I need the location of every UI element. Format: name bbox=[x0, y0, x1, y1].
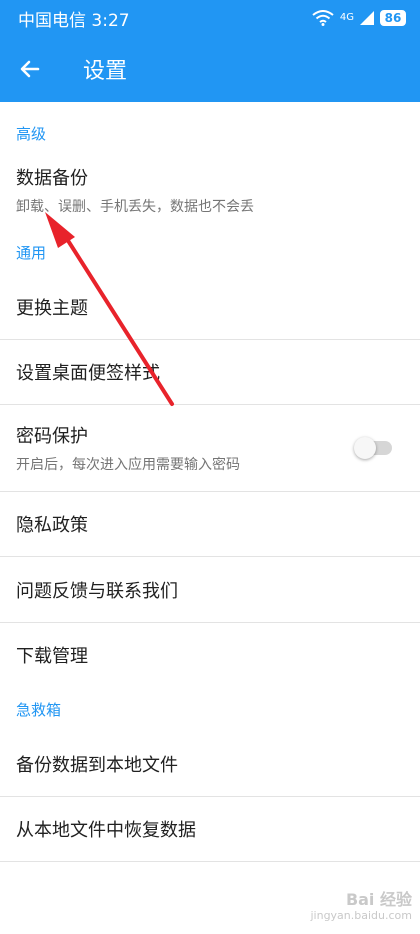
setting-title: 隐私政策 bbox=[16, 515, 88, 536]
carrier-time: 中国电信 3:27 bbox=[18, 10, 130, 31]
password-toggle-switch[interactable] bbox=[354, 437, 392, 459]
battery-icon: 86 bbox=[380, 10, 406, 26]
setting-item-download-manager[interactable]: 下载管理 bbox=[0, 623, 420, 687]
setting-title: 备份数据到本地文件 bbox=[16, 754, 178, 776]
setting-item-backup-to-local-file[interactable]: 备份数据到本地文件 bbox=[0, 731, 420, 797]
section-header-emergency: 急救箱 bbox=[16, 700, 62, 719]
wifi-icon bbox=[312, 10, 334, 26]
setting-item-password-protection[interactable]: 密码保护 开启后，每次进入应用需要输入密码 bbox=[0, 405, 420, 492]
setting-item-feedback-contact[interactable]: 问题反馈与联系我们 bbox=[0, 557, 420, 623]
toggle-knob bbox=[354, 437, 376, 459]
setting-title: 数据备份 bbox=[16, 168, 88, 189]
arrow-left-icon bbox=[20, 60, 40, 78]
setting-title: 下载管理 bbox=[16, 646, 88, 667]
watermark-logo-text: Bai 经验 bbox=[345, 890, 412, 909]
setting-title: 设置桌面便签样式 bbox=[16, 363, 160, 384]
setting-item-desktop-note-style[interactable]: 设置桌面便签样式 bbox=[0, 340, 420, 405]
setting-title: 更换主题 bbox=[16, 297, 88, 319]
watermark-url: jingyan.baidu.com bbox=[310, 909, 412, 922]
status-bar: 中国电信 3:27 4G 86 bbox=[0, 0, 420, 36]
section-header-advanced: 高级 bbox=[16, 124, 47, 143]
network-type-label: 4G bbox=[339, 12, 354, 23]
setting-item-restore-from-local-file[interactable]: 从本地文件中恢复数据 bbox=[0, 797, 420, 862]
setting-title: 从本地文件中恢复数据 bbox=[16, 820, 196, 841]
setting-item-change-theme[interactable]: 更换主题 bbox=[0, 274, 420, 340]
app-bar: 设置 bbox=[0, 36, 420, 102]
setting-item-privacy-policy[interactable]: 隐私政策 bbox=[0, 492, 420, 557]
setting-item-data-backup[interactable]: 数据备份 卸载、误删、手机丢失，数据也不会丢 bbox=[0, 164, 420, 230]
page-title: 设置 bbox=[83, 59, 128, 84]
settings-list: 高级 数据备份 卸载、误删、手机丢失，数据也不会丢 通用 更换主题 设置桌面便签… bbox=[0, 102, 420, 862]
signal-icon bbox=[360, 11, 374, 25]
baidu-jingyan-watermark: Bai 经验 jingyan.baidu.com bbox=[310, 892, 412, 924]
back-button[interactable] bbox=[2, 41, 58, 97]
section-header-general: 通用 bbox=[16, 243, 47, 262]
status-icons: 4G 86 bbox=[312, 10, 406, 26]
setting-title: 问题反馈与联系我们 bbox=[16, 580, 178, 602]
setting-subtitle: 卸载、误删、手机丢失，数据也不会丢 bbox=[16, 199, 254, 215]
